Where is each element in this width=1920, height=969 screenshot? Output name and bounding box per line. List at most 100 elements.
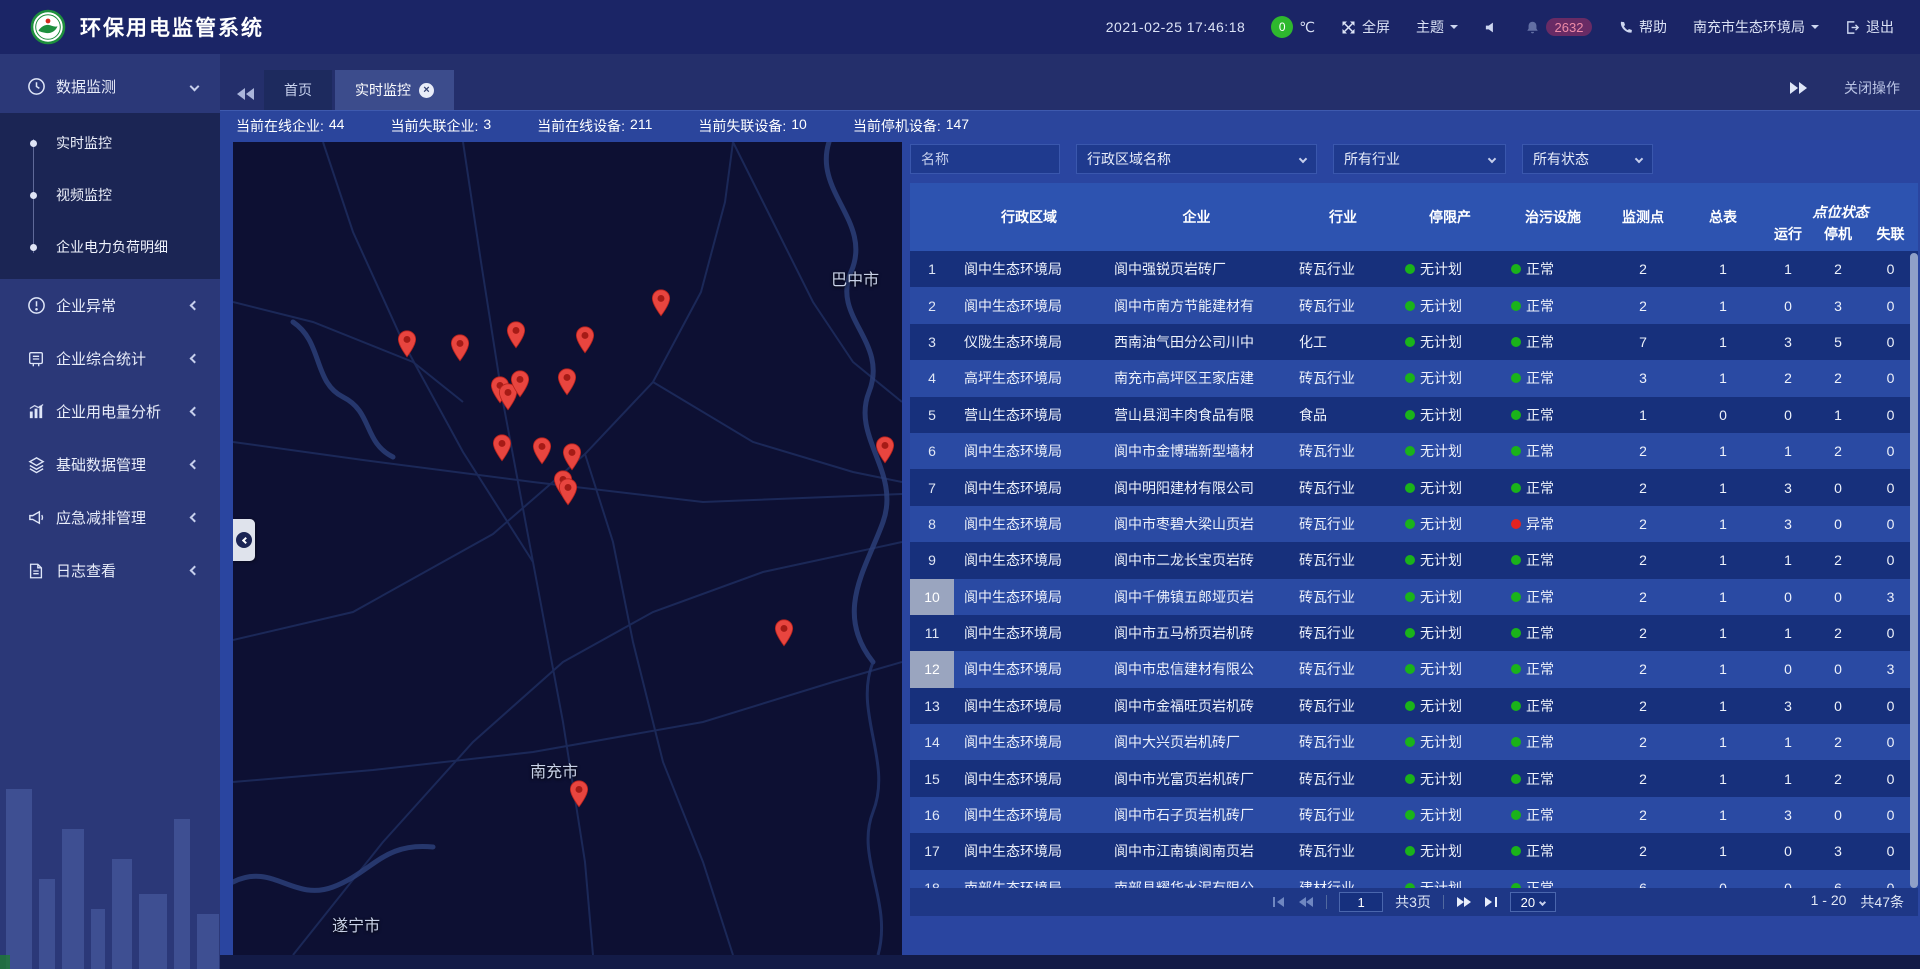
table-row[interactable]: 4 高坪生态环境局 南充市高坪区王家店建 砖瓦行业 无计划 正常 — [910, 360, 1918, 396]
cell-industry: 砖瓦行业 — [1289, 769, 1397, 789]
map-pin-icon[interactable] — [397, 330, 417, 358]
stats-bar: 当前在线企业: 44 当前失联企业: 3 当前在线设备: 211 当前失联设备:… — [220, 110, 1920, 140]
cell-region: 阆中生态环境局 — [954, 841, 1104, 861]
row-index: 8 — [910, 506, 954, 542]
table-row[interactable]: 1 阆中生态环境局 阆中强锐页岩砖厂 砖瓦行业 无计划 正常 — [910, 251, 1918, 287]
sidebar-item-base-data[interactable]: 基础数据管理 — [0, 438, 220, 491]
next-page-button[interactable] — [1456, 896, 1472, 908]
name-search-input[interactable]: 名称 — [910, 144, 1060, 174]
cell-run-count: 1 — [1763, 625, 1813, 641]
sidebar-item-enterprise-statistics[interactable]: 企业综合统计 — [0, 332, 220, 385]
map-panel[interactable]: 巴中市 南充市 遂宁市 — [233, 142, 902, 955]
map-pin-icon[interactable] — [492, 434, 512, 462]
page-size-select[interactable]: 20 — [1510, 892, 1556, 912]
cell-stop-count: 0 — [1813, 698, 1863, 714]
status-select[interactable]: 所有状态 — [1522, 144, 1653, 174]
table-row[interactable]: 14 阆中生态环境局 阆中大兴页岩机砖厂 砖瓦行业 无计划 正常 — [910, 724, 1918, 760]
map-pin-icon[interactable] — [774, 619, 794, 647]
tabs-scroll-left-button[interactable] — [236, 88, 254, 100]
cell-treatment-status: 正常 — [1503, 878, 1603, 888]
report-icon — [26, 349, 46, 369]
map-pin-icon[interactable] — [569, 780, 589, 808]
cell-company: 阆中强锐页岩砖厂 — [1104, 259, 1289, 279]
cell-production-status: 无计划 — [1397, 805, 1503, 825]
table-row[interactable]: 5 营山生态环境局 营山县润丰肉食品有限 食品 无计划 正常 — [910, 397, 1918, 433]
cell-meter-count: 1 — [1683, 698, 1763, 714]
clock-icon — [26, 77, 46, 97]
sidebar-item-video-monitoring[interactable]: 视频监控 — [0, 169, 220, 221]
sidebar-item-log-view[interactable]: 日志查看 — [0, 544, 220, 597]
chevron-left-icon — [190, 566, 200, 576]
tab-home[interactable]: 首页 — [264, 70, 332, 110]
table-row[interactable]: 6 阆中生态环境局 阆中市金博瑞新型墙材 砖瓦行业 无计划 正常 — [910, 433, 1918, 469]
cell-production-status: 无计划 — [1397, 368, 1503, 388]
page-number-input[interactable]: 1 — [1339, 892, 1383, 912]
table-row[interactable]: 2 阆中生态环境局 阆中市南方节能建材有 砖瓦行业 无计划 正常 — [910, 287, 1918, 323]
cell-monitor-count: 2 — [1603, 480, 1683, 496]
map-pin-icon[interactable] — [532, 437, 552, 465]
table-row[interactable]: 12 阆中生态环境局 阆中市忠信建材有限公 砖瓦行业 无计划 正常 — [910, 651, 1918, 687]
logout-button[interactable]: 退出 — [1845, 17, 1894, 37]
table-row[interactable]: 18 南部生态环境局 南部县耀华水泥有限公 建材行业 无计划 正常 — [910, 870, 1918, 888]
cell-industry: 建材行业 — [1289, 878, 1397, 888]
previous-page-button[interactable] — [1298, 896, 1314, 908]
top-header: 环保用电监管系统 2021-02-25 17:46:18 0 ℃ 全屏 主题 — [0, 0, 1920, 54]
cell-run-count: 1 — [1763, 552, 1813, 568]
tabs-scroll-right-button[interactable] — [1790, 82, 1808, 94]
sidebar-item-realtime-monitoring[interactable]: 实时监控 — [0, 117, 220, 169]
map-pin-icon[interactable] — [651, 289, 671, 317]
sidebar-item-emergency-reduction[interactable]: 应急减排管理 — [0, 491, 220, 544]
close-icon[interactable]: × — [419, 83, 434, 98]
cell-company: 阆中明阳建材有限公司 — [1104, 478, 1289, 498]
mute-button[interactable] — [1484, 20, 1499, 35]
sidebar-item-data-monitoring[interactable]: 数据监测 — [0, 60, 220, 113]
first-page-button[interactable] — [1272, 896, 1286, 908]
stat-label: 当前在线企业: — [236, 116, 324, 136]
cell-run-count: 0 — [1763, 880, 1813, 888]
table-row[interactable]: 10 阆中生态环境局 阆中千佛镇五郎垭页岩 砖瓦行业 无计划 正常 — [910, 579, 1918, 615]
logout-icon — [1845, 20, 1860, 35]
table-row[interactable]: 13 阆中生态环境局 阆中市金福旺页岩机砖 砖瓦行业 无计划 正常 — [910, 688, 1918, 724]
help-button[interactable]: 帮助 — [1618, 17, 1667, 37]
bell-icon — [1525, 20, 1540, 35]
map-pin-icon[interactable] — [875, 436, 895, 464]
row-index: 9 — [910, 542, 954, 578]
cell-region: 阆中生态环境局 — [954, 296, 1104, 316]
theme-dropdown[interactable]: 主题 — [1416, 17, 1458, 37]
table-row[interactable]: 3 仪陇生态环境局 西南油气田分公司川中 化工 无计划 正常 — [910, 324, 1918, 360]
table-scrollbar[interactable] — [1910, 253, 1918, 888]
table-row[interactable]: 11 阆中生态环境局 阆中市五马桥页岩机砖 砖瓦行业 无计划 正常 — [910, 615, 1918, 651]
notifications-button[interactable]: 2632 — [1525, 18, 1592, 36]
table-row[interactable]: 15 阆中生态环境局 阆中市光富页岩机砖厂 砖瓦行业 无计划 正常 — [910, 760, 1918, 796]
organization-dropdown[interactable]: 南充市生态环境局 — [1693, 17, 1819, 37]
industry-select[interactable]: 所有行业 — [1333, 144, 1506, 174]
map-pin-icon[interactable] — [558, 478, 578, 506]
region-select[interactable]: 行政区域名称 — [1076, 144, 1317, 174]
sidebar-item-power-analysis[interactable]: 企业用电量分析 — [0, 385, 220, 438]
sidebar-collapse-button[interactable] — [233, 519, 255, 561]
table-row[interactable]: 17 阆中生态环境局 阆中市江南镇阆南页岩 砖瓦行业 无计划 正常 — [910, 833, 1918, 869]
map-pin-icon[interactable] — [575, 326, 595, 354]
cell-stop-count: 2 — [1813, 261, 1863, 277]
table-row[interactable]: 9 阆中生态环境局 阆中市二龙长宝页岩砖 砖瓦行业 无计划 正常 — [910, 542, 1918, 578]
cell-run-count: 1 — [1763, 771, 1813, 787]
table-row[interactable]: 7 阆中生态环境局 阆中明阳建材有限公司 砖瓦行业 无计划 正常 — [910, 469, 1918, 505]
map-pin-icon[interactable] — [450, 334, 470, 362]
map-pin-icon[interactable] — [510, 370, 530, 398]
tab-realtime-monitoring[interactable]: 实时监控 × — [335, 70, 454, 110]
table-body: 1 阆中生态环境局 阆中强锐页岩砖厂 砖瓦行业 无计划 正常 — [910, 251, 1918, 888]
cell-monitor-count: 2 — [1603, 661, 1683, 677]
map-pin-icon[interactable] — [562, 443, 582, 471]
table-row[interactable]: 16 阆中生态环境局 阆中市石子页岩机砖厂 砖瓦行业 无计划 正常 — [910, 797, 1918, 833]
sidebar-item-power-load-detail[interactable]: 企业电力负荷明细 — [0, 221, 220, 273]
sidebar-item-enterprise-abnormal[interactable]: 企业异常 — [0, 279, 220, 332]
map-pin-icon[interactable] — [506, 321, 526, 349]
last-page-button[interactable] — [1484, 896, 1498, 908]
cell-run-count: 3 — [1763, 334, 1813, 350]
close-operations-button[interactable]: 关闭操作 — [1844, 78, 1900, 98]
table-row[interactable]: 8 阆中生态环境局 阆中市枣碧大梁山页岩 砖瓦行业 无计划 异常 — [910, 506, 1918, 542]
fullscreen-button[interactable]: 全屏 — [1341, 17, 1390, 37]
stat-item: 当前失联设备: 10 — [698, 116, 806, 136]
map-pin-icon[interactable] — [557, 368, 577, 396]
col-company: 企业 — [1104, 207, 1289, 227]
